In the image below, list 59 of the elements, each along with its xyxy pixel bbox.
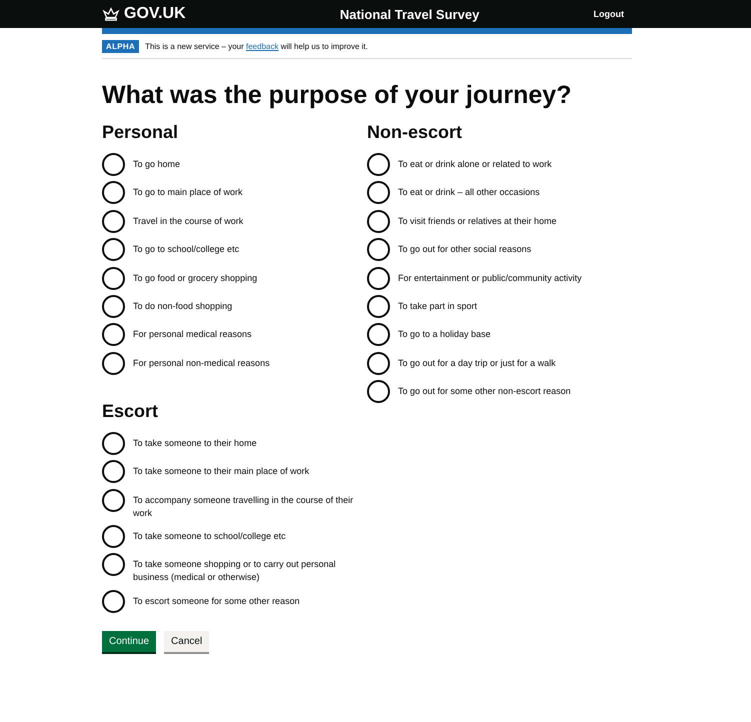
feedback-link[interactable]: feedback [246, 42, 278, 51]
option-label[interactable]: To go to a holiday base [398, 323, 491, 342]
radio-button[interactable] [367, 266, 390, 290]
option-label[interactable]: To eat or drink – all other occasions [398, 181, 540, 200]
banner-text: This is a new service – your feedback will help us to improve it. [145, 42, 368, 51]
option-label[interactable]: To go home [133, 153, 180, 171]
radio-button[interactable] [367, 294, 390, 318]
logout-link[interactable]: Logout [593, 9, 624, 19]
radio-button[interactable] [102, 181, 125, 204]
radio-button[interactable] [102, 432, 125, 455]
option-label[interactable]: To take someone to their home [133, 432, 257, 450]
radio-button[interactable] [102, 352, 125, 375]
option-label[interactable]: To go out for other social reasons [398, 238, 532, 256]
option-label[interactable]: To take someone to school/college etc [133, 524, 286, 543]
radio-button[interactable] [102, 590, 125, 613]
option-label[interactable]: To go out for a day trip or just for a walk [398, 352, 556, 370]
govuk-logo-text[interactable]: GOV.UK [124, 5, 186, 23]
option-label[interactable]: Travel in the course of work [133, 210, 244, 228]
option-label[interactable]: To do non-food shopping [133, 294, 232, 313]
option-label[interactable]: To take someone shopping or to carry out personal business (medical or otherwise) [133, 553, 358, 584]
option-label[interactable]: To take part in sport [398, 294, 478, 313]
radio-button[interactable] [102, 488, 125, 512]
section-heading: Personal [102, 122, 180, 143]
radio-button[interactable] [102, 524, 125, 548]
radio-button[interactable] [102, 153, 125, 176]
radio-button[interactable] [367, 153, 390, 176]
radio-button[interactable] [102, 553, 125, 576]
option-label[interactable]: To visit friends or relatives at their home [398, 210, 557, 228]
radio-button[interactable] [102, 323, 125, 346]
radio-button[interactable] [102, 266, 125, 290]
continue-button[interactable]: Continue [102, 630, 156, 652]
crown-icon [102, 7, 120, 21]
radio-button[interactable] [102, 210, 125, 233]
option-label[interactable]: To take someone to their main place of work [133, 460, 310, 478]
option-label[interactable]: To eat or drink alone or related to work [398, 153, 552, 171]
cancel-button[interactable]: Cancel [164, 630, 210, 652]
radio-button[interactable] [102, 460, 125, 484]
radio-button[interactable] [102, 238, 125, 262]
option-label[interactable]: To go to main place of work [133, 181, 243, 200]
radio-button[interactable] [367, 352, 390, 375]
radio-button[interactable] [367, 238, 390, 262]
radio-button[interactable] [367, 210, 390, 233]
option-label[interactable]: To accompany someone travelling in the course of their work [133, 488, 358, 520]
option-label[interactable]: To go out for some other non-escort reason [398, 380, 571, 398]
option-label[interactable]: For entertainment or public/community activity [398, 266, 582, 285]
option-label[interactable]: For personal medical reasons [133, 323, 252, 342]
option-label[interactable]: To go to school/college etc [133, 238, 240, 256]
radio-button[interactable] [367, 323, 390, 346]
page-heading: What was the purpose of your journey? [102, 81, 572, 110]
option-label[interactable]: To escort someone for some other reason [133, 590, 300, 608]
service-name: National Travel Survey [340, 6, 480, 22]
phase-tag: ALPHA [102, 40, 140, 53]
radio-button[interactable] [367, 380, 390, 404]
radio-button[interactable] [367, 181, 390, 204]
section-heading: Escort [102, 400, 160, 422]
radio-button[interactable] [102, 294, 125, 318]
section-heading: Non-escort [367, 122, 464, 143]
option-label[interactable]: For personal non-medical reasons [133, 352, 270, 370]
option-label[interactable]: To go food or grocery shopping [133, 266, 258, 285]
